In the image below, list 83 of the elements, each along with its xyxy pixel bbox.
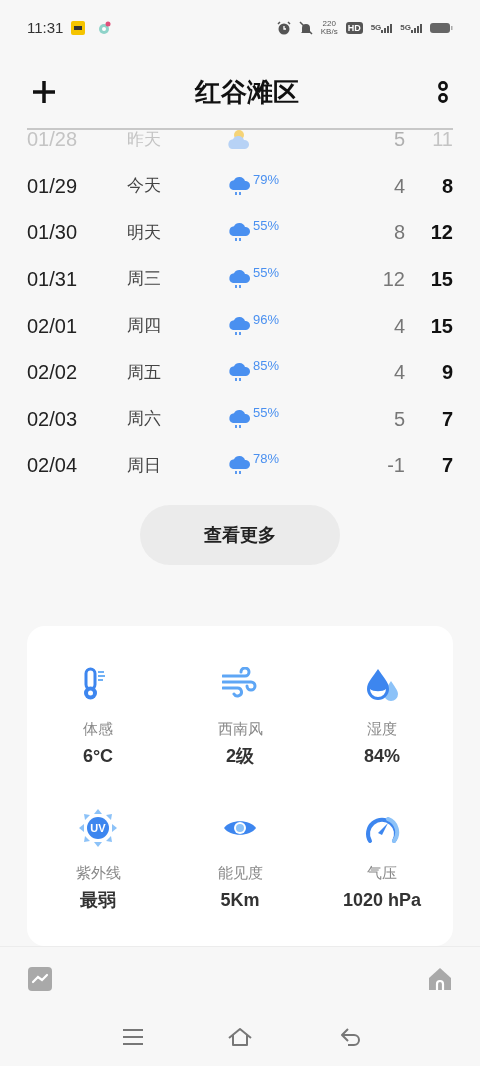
- detail-label: 气压: [367, 863, 397, 883]
- menu-icon[interactable]: [123, 1028, 143, 1046]
- water-drops-icon: [364, 667, 400, 701]
- chart-icon[interactable]: [28, 966, 52, 991]
- network-type: 5G: [400, 23, 411, 32]
- low-temp: -1: [386, 453, 405, 479]
- low-temp: 5: [392, 130, 405, 153]
- low-temp: 5: [392, 406, 405, 432]
- low-temp: 4: [392, 313, 405, 339]
- battery-icon: [430, 23, 453, 33]
- rain-chance: 55%: [253, 403, 280, 422]
- eye-icon: [222, 819, 258, 837]
- add-icon[interactable]: [31, 79, 57, 105]
- back-icon[interactable]: [340, 1027, 362, 1047]
- signal-icon: [411, 23, 422, 33]
- partly-cloudy-icon: [227, 130, 251, 150]
- wind-icon: [222, 667, 258, 701]
- detail-label: 西南风: [217, 719, 263, 739]
- detail-label: 紫外线: [75, 863, 121, 883]
- forecast-day: 明天: [127, 219, 227, 246]
- rain-cloud-icon: [227, 222, 251, 243]
- home-icon[interactable]: [428, 966, 452, 991]
- rain-chance: 55%: [253, 264, 280, 283]
- alarm-icon: [276, 21, 291, 35]
- rain-chance: 79%: [253, 170, 280, 189]
- rain-cloud-icon: [227, 175, 251, 196]
- forecast-day: 周六: [127, 406, 227, 432]
- forecast-date: 02/03: [27, 406, 79, 432]
- status-time: 11:31: [27, 17, 64, 38]
- detail-label: 能见度: [217, 863, 263, 883]
- network-speed: 220: [322, 20, 336, 28]
- forecast-date: 02/01: [27, 313, 79, 339]
- forecast-day: 今天: [127, 173, 227, 199]
- city-title: 红谷滩区: [195, 75, 299, 109]
- detail-value: 2级: [226, 744, 254, 768]
- hd-badge: HD: [345, 22, 363, 34]
- speed-unit: KB/s: [320, 28, 338, 36]
- network-type: 5G: [370, 23, 382, 32]
- low-temp: 12: [381, 267, 405, 293]
- forecast-date: 01/31: [27, 267, 79, 293]
- rain-chance: 96%: [253, 310, 280, 329]
- rain-chance: 85%: [253, 357, 280, 376]
- low-temp: 4: [392, 360, 405, 386]
- high-temp: 7: [440, 453, 453, 479]
- mute-icon: [298, 21, 313, 35]
- high-temp: 15: [429, 313, 453, 339]
- detail-label: 体感: [83, 719, 113, 739]
- forecast-day: 周三: [127, 266, 227, 292]
- forecast-day: 周四: [127, 312, 227, 339]
- uv-sun-icon: [79, 809, 117, 847]
- high-temp: 15: [429, 267, 453, 293]
- forecast-date: 02/04: [27, 453, 79, 479]
- forecast-day: 周五: [127, 359, 227, 385]
- low-temp: 4: [392, 173, 405, 199]
- detail-value: 84%: [364, 744, 400, 768]
- detail-value: 6°C: [82, 744, 114, 768]
- rain-cloud-icon: [227, 362, 251, 383]
- home-icon[interactable]: [227, 1027, 253, 1047]
- app-icon: [71, 21, 86, 35]
- detail-value: 1020 hPa: [342, 888, 422, 912]
- rain-cloud-icon: [227, 455, 251, 476]
- forecast-date: 01/30: [27, 220, 79, 246]
- rain-cloud-icon: [227, 269, 251, 290]
- high-temp: 12: [429, 220, 453, 246]
- detail-label: 湿度: [367, 719, 397, 739]
- high-temp: 7: [440, 406, 453, 432]
- detail-value: 5Km: [220, 888, 260, 912]
- high-temp: 9: [440, 360, 453, 386]
- rain-cloud-icon: [227, 315, 251, 336]
- rain-chance: 55%: [253, 217, 280, 236]
- view-more-button[interactable]: 查看更多: [140, 505, 340, 565]
- uv-label: UV: [89, 821, 107, 836]
- low-temp: 8: [392, 220, 405, 246]
- high-temp: 8: [440, 173, 453, 199]
- forecast-date: 01/29: [27, 173, 79, 199]
- detail-value: 最弱: [80, 888, 116, 912]
- rain-chance: 78%: [253, 450, 280, 469]
- forecast-day: 周日: [127, 452, 227, 479]
- rain-cloud-icon: [227, 408, 251, 429]
- more-icon[interactable]: [437, 81, 449, 103]
- signal-icon: [381, 23, 393, 33]
- app-icon: [97, 21, 112, 35]
- forecast-date: 02/02: [27, 360, 79, 386]
